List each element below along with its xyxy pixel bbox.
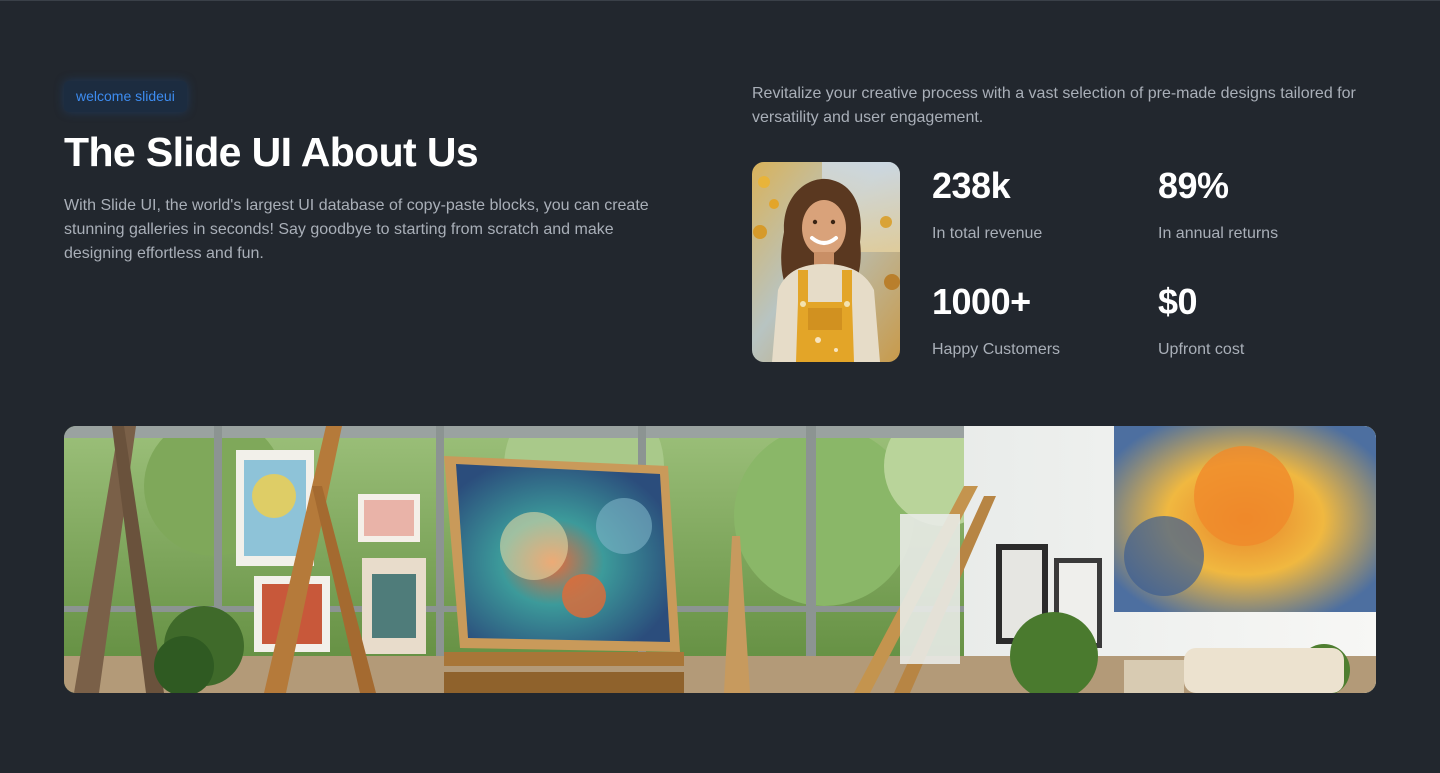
stat-value: 1000+	[932, 281, 1031, 322]
page-title: The Slide UI About Us	[64, 129, 479, 175]
stat-value: 238k	[932, 165, 1011, 206]
studio-banner-image	[64, 426, 1376, 693]
stat-label: Happy Customers	[932, 341, 1061, 358]
stat-label: Upfront cost	[1158, 341, 1245, 358]
lead-paragraph: With Slide UI, the world's largest UI da…	[64, 197, 649, 262]
welcome-badge: welcome slideui	[64, 81, 187, 112]
intro-paragraph: Revitalize your creative process with a …	[752, 85, 1356, 126]
stat-label: In annual returns	[1158, 225, 1279, 242]
about-section: welcome slideui The Slide UI About Us Wi…	[0, 0, 1440, 773]
stat-value: 89%	[1158, 165, 1229, 206]
stat-label: In total revenue	[932, 225, 1043, 242]
portrait-image	[752, 162, 900, 362]
stat-value: $0	[1158, 281, 1198, 322]
